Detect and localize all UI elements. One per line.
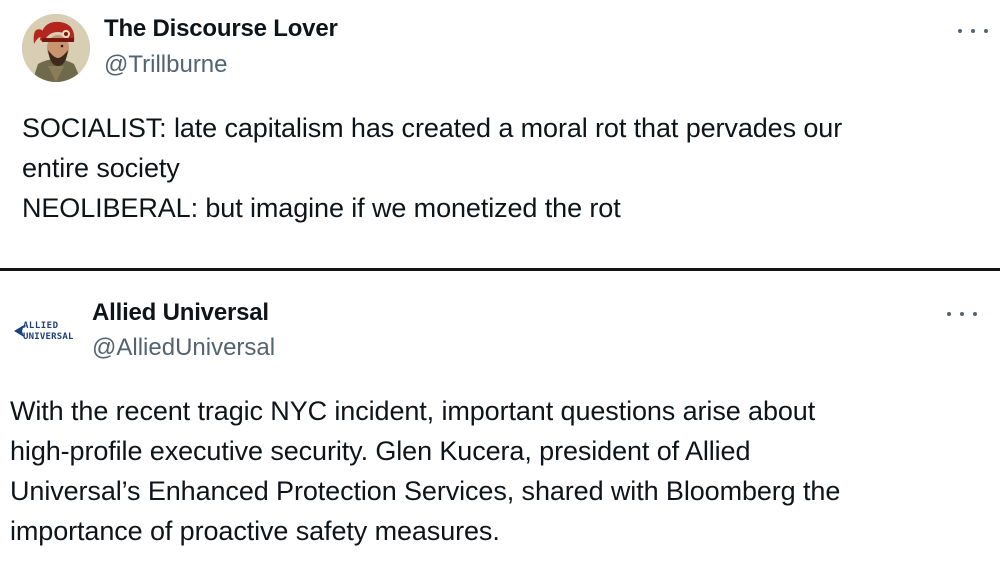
- tweet-text-line: high-profile executive security. Glen Ku…: [10, 436, 751, 466]
- allied-universal-logo-icon: ALLIED UNIVERSAL: [10, 297, 78, 365]
- tweet-text-line: importance of proactive safety measures.: [10, 516, 500, 546]
- svg-text:UNIVERSAL: UNIVERSAL: [23, 332, 74, 342]
- avatar[interactable]: [22, 14, 90, 82]
- tweet-card[interactable]: ALLIED UNIVERSAL Allied Universal @Allie…: [0, 271, 1000, 563]
- tweet-text: With the recent tragic NYC incident, imp…: [10, 391, 985, 551]
- display-name[interactable]: The Discourse Lover: [104, 15, 338, 43]
- user-handle[interactable]: @AlliedUniversal: [92, 334, 275, 362]
- avatar[interactable]: ALLIED UNIVERSAL: [10, 297, 78, 365]
- display-name[interactable]: Allied Universal: [92, 299, 269, 327]
- tweet-text-line: Universal’s Enhanced Protection Services…: [10, 476, 841, 506]
- more-options-icon[interactable]: [947, 307, 977, 321]
- tweet-text-line: SOCIALIST: late capitalism has created a…: [22, 113, 843, 143]
- tweet-text: SOCIALIST: late capitalism has created a…: [22, 108, 982, 228]
- helmeted-warrior-portrait-icon: [22, 14, 90, 82]
- more-options-icon[interactable]: [958, 24, 988, 38]
- user-handle[interactable]: @Trillburne: [104, 51, 228, 79]
- svg-text:ALLIED: ALLIED: [23, 321, 59, 331]
- tweet-text-line: With the recent tragic NYC incident, imp…: [10, 396, 816, 426]
- tweet-card[interactable]: The Discourse Lover @Trillburne SOCIALIS…: [0, 0, 1000, 268]
- tweet-text-line: entire society: [22, 153, 180, 183]
- tweet-text-line: NEOLIBERAL: but imagine if we monetized …: [22, 193, 621, 223]
